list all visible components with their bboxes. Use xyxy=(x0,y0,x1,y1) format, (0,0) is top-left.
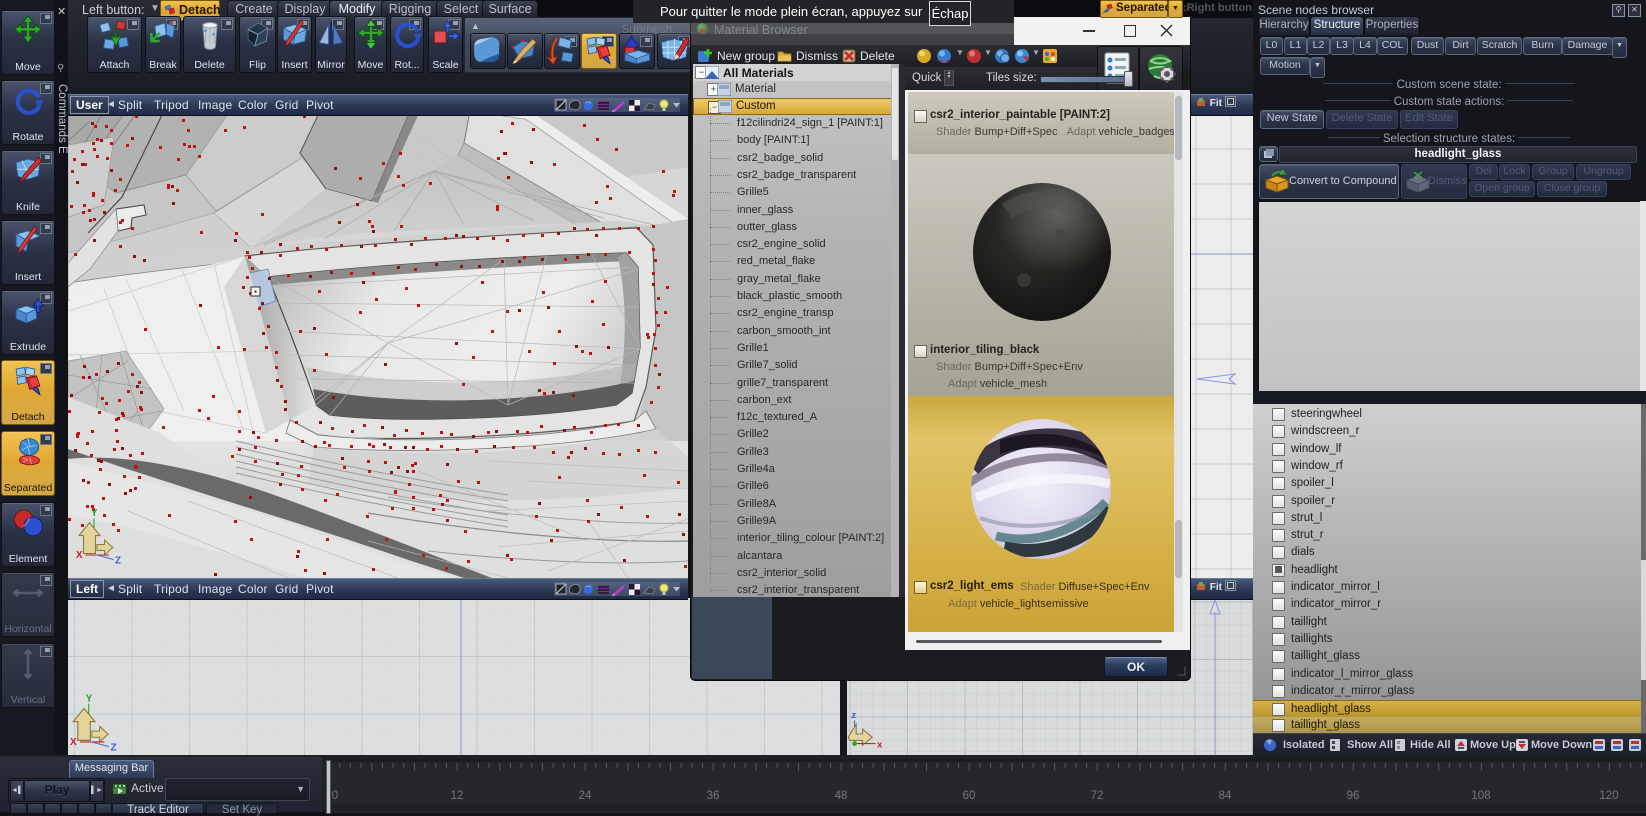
svg-text:60: 60 xyxy=(963,790,976,802)
svg-text:36: 36 xyxy=(707,790,720,802)
svg-text:24: 24 xyxy=(579,790,592,802)
svg-text:84: 84 xyxy=(1219,790,1232,802)
svg-text:72: 72 xyxy=(1091,790,1104,802)
svg-text:X: X xyxy=(76,550,83,561)
svg-text:Z: Z xyxy=(115,555,121,566)
svg-text:120: 120 xyxy=(1599,790,1618,802)
svg-text:0: 0 xyxy=(332,790,338,802)
svg-text:x: x xyxy=(877,740,883,751)
svg-text:Z: Z xyxy=(111,743,117,754)
svg-text:Y: Y xyxy=(86,693,93,704)
svg-text:96: 96 xyxy=(1347,790,1360,802)
svg-text:108: 108 xyxy=(1471,790,1490,802)
svg-text:Y: Y xyxy=(91,508,98,519)
svg-text:48: 48 xyxy=(835,790,848,802)
svg-text:z: z xyxy=(851,710,856,721)
svg-text:12: 12 xyxy=(451,790,464,802)
svg-text:X: X xyxy=(70,737,77,748)
